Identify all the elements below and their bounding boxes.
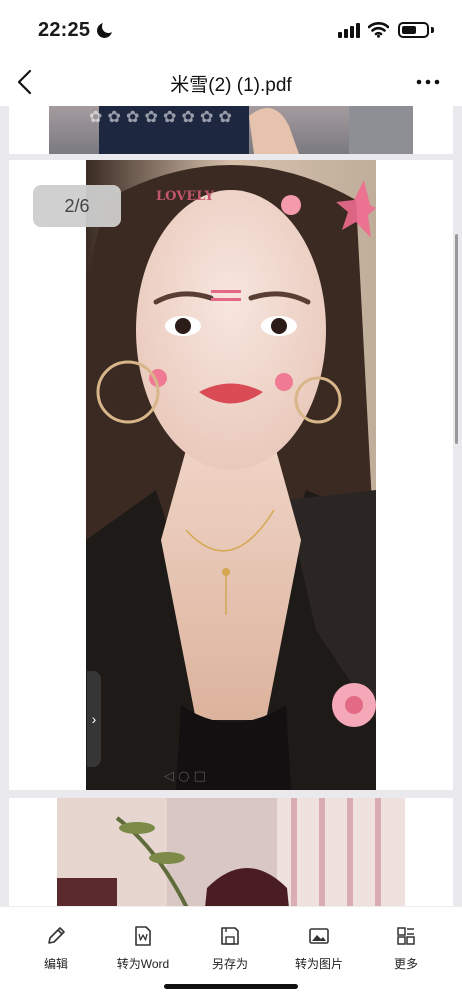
edit-button[interactable]: 编辑: [18, 919, 94, 971]
pdf-page-1[interactable]: ✿ ✿ ✿ ✿ ✿ ✿ ✿ ✿: [9, 106, 453, 154]
pdf-page-2[interactable]: LOVELY ◁ ○ □ 2/6: [9, 160, 453, 790]
document-title: 米雪(2) (1).pdf: [170, 75, 292, 96]
home-indicator: [164, 984, 298, 989]
edit-label: 编辑: [43, 957, 68, 971]
convert-to-image-button[interactable]: 转为图片: [281, 919, 357, 971]
side-panel-handle[interactable]: ›: [87, 671, 101, 767]
scrollbar[interactable]: [455, 234, 458, 444]
convert-to-word-button[interactable]: 转为Word: [105, 919, 181, 971]
grid-more-icon: [397, 927, 415, 945]
battery-icon: [398, 22, 429, 38]
battery-cap: [431, 27, 434, 33]
save-icon: [221, 927, 239, 945]
save-as-button[interactable]: 另存为: [192, 919, 268, 971]
status-time: 22:25: [38, 19, 91, 41]
more-label: 更多: [393, 957, 418, 971]
page-2-photo: LOVELY ◁ ○ □: [86, 160, 376, 790]
signal-icon: [338, 23, 362, 38]
wifi-icon: [368, 22, 389, 38]
page-1-photo: ✿ ✿ ✿ ✿ ✿ ✿ ✿ ✿: [49, 106, 413, 154]
convert-to-image-label: 转为图片: [294, 957, 343, 971]
pencil-icon: [48, 927, 65, 944]
sticker-text: LOVELY: [156, 189, 215, 204]
convert-to-word-label: 转为Word: [116, 957, 170, 971]
save-as-label: 另存为: [211, 957, 248, 971]
more-button[interactable]: 更多: [368, 919, 444, 971]
moon-icon: [97, 20, 115, 38]
nav-bar: 米雪(2) (1).pdf: [0, 58, 462, 106]
image-icon: [309, 928, 329, 944]
more-dots-icon[interactable]: [410, 68, 446, 96]
status-bar: 22:25: [0, 0, 462, 58]
page-indicator: 2/6: [33, 185, 121, 227]
page-3-photo: [57, 798, 405, 906]
pdf-viewer[interactable]: ✿ ✿ ✿ ✿ ✿ ✿ ✿ ✿ LOVELY ◁ ○ □ 2/6 ›: [0, 106, 462, 906]
svg-text:✿ ✿ ✿ ✿ ✿ ✿ ✿ ✿: ✿ ✿ ✿ ✿ ✿ ✿ ✿ ✿: [89, 107, 232, 126]
pdf-page-3[interactable]: [9, 798, 453, 906]
word-doc-icon: [135, 926, 151, 946]
svg-text:◁ ○ □: ◁ ○ □: [164, 769, 206, 784]
